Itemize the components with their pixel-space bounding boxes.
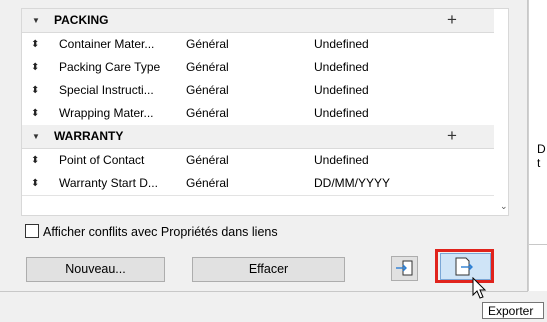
property-value: Undefined (314, 83, 369, 97)
property-value: Undefined (314, 60, 369, 74)
property-manager-panel: ▼ PACKING + ⬍ Container Mater... Général… (0, 0, 528, 292)
delete-button[interactable]: Effacer (192, 257, 345, 282)
reorder-handle-icon[interactable]: ⬍ (31, 33, 39, 56)
property-name: Container Mater... (59, 37, 155, 51)
property-category: Général (186, 60, 229, 74)
list-item[interactable]: ⬍ Container Mater... Général Undefined (22, 33, 494, 57)
right-pane-text: D t (537, 142, 546, 170)
property-name: Point of Contact (59, 153, 145, 167)
group-header-warranty[interactable]: ▼ WARRANTY + (22, 125, 494, 149)
property-value: Undefined (314, 37, 369, 51)
show-conflicts-checkbox[interactable]: Afficher conflits avec Propriétés dans l… (25, 223, 278, 239)
list-item[interactable]: ⬍ Warranty Start D... Général DD/MM/YYYY (22, 172, 494, 196)
reorder-handle-icon[interactable]: ⬍ (31, 149, 39, 172)
mouse-pointer-icon (472, 277, 487, 299)
scroll-down-chevron-icon[interactable]: ⌄ (500, 201, 508, 212)
checkbox-label: Afficher conflits avec Propriétés dans l… (43, 224, 278, 239)
property-category: Général (186, 83, 229, 97)
add-property-icon[interactable]: + (447, 8, 457, 31)
collapse-triangle-icon[interactable]: ▼ (32, 125, 40, 148)
right-pane-text-line1: D (537, 142, 546, 156)
property-name: Packing Care Type (59, 60, 161, 74)
reorder-handle-icon[interactable]: ⬍ (31, 79, 39, 102)
list-item[interactable]: ⬍ Wrapping Mater... Général Undefined (22, 102, 494, 126)
property-category: Général (186, 176, 229, 190)
import-icon (396, 260, 413, 276)
property-category: Général (186, 153, 229, 167)
export-tooltip: Exporter (482, 302, 544, 319)
right-pane-text-line2: t (537, 156, 541, 170)
new-button[interactable]: Nouveau... (26, 257, 165, 282)
list-item[interactable]: ⬍ Packing Care Type Général Undefined (22, 56, 494, 80)
list-item[interactable]: ⬍ Special Instructi... Général Undefined (22, 79, 494, 103)
group-label: PACKING (54, 13, 109, 27)
property-name: Wrapping Mater... (59, 106, 154, 120)
export-button[interactable] (440, 253, 491, 280)
export-icon (455, 257, 473, 276)
group-header-packing[interactable]: ▼ PACKING + (22, 9, 494, 33)
reorder-handle-icon[interactable]: ⬍ (31, 172, 39, 195)
add-property-icon[interactable]: + (447, 124, 457, 147)
property-name: Warranty Start D... (59, 176, 158, 190)
reorder-handle-icon[interactable]: ⬍ (31, 102, 39, 125)
property-list: ▼ PACKING + ⬍ Container Mater... Général… (21, 8, 509, 216)
right-pane-divider (529, 244, 547, 245)
list-item[interactable]: ⬍ Point of Contact Général Undefined (22, 149, 494, 173)
collapse-triangle-icon[interactable]: ▼ (32, 9, 40, 32)
property-value: Undefined (314, 106, 369, 120)
import-button[interactable] (391, 256, 418, 281)
property-category: Général (186, 37, 229, 51)
group-label: WARRANTY (54, 129, 124, 143)
reorder-handle-icon[interactable]: ⬍ (31, 56, 39, 79)
property-name: Special Instructi... (59, 83, 154, 97)
property-category: Général (186, 106, 229, 120)
property-value: DD/MM/YYYY (314, 176, 391, 190)
checkbox-box[interactable] (25, 223, 39, 238)
right-pane: D t (528, 0, 547, 291)
property-value: Undefined (314, 153, 369, 167)
